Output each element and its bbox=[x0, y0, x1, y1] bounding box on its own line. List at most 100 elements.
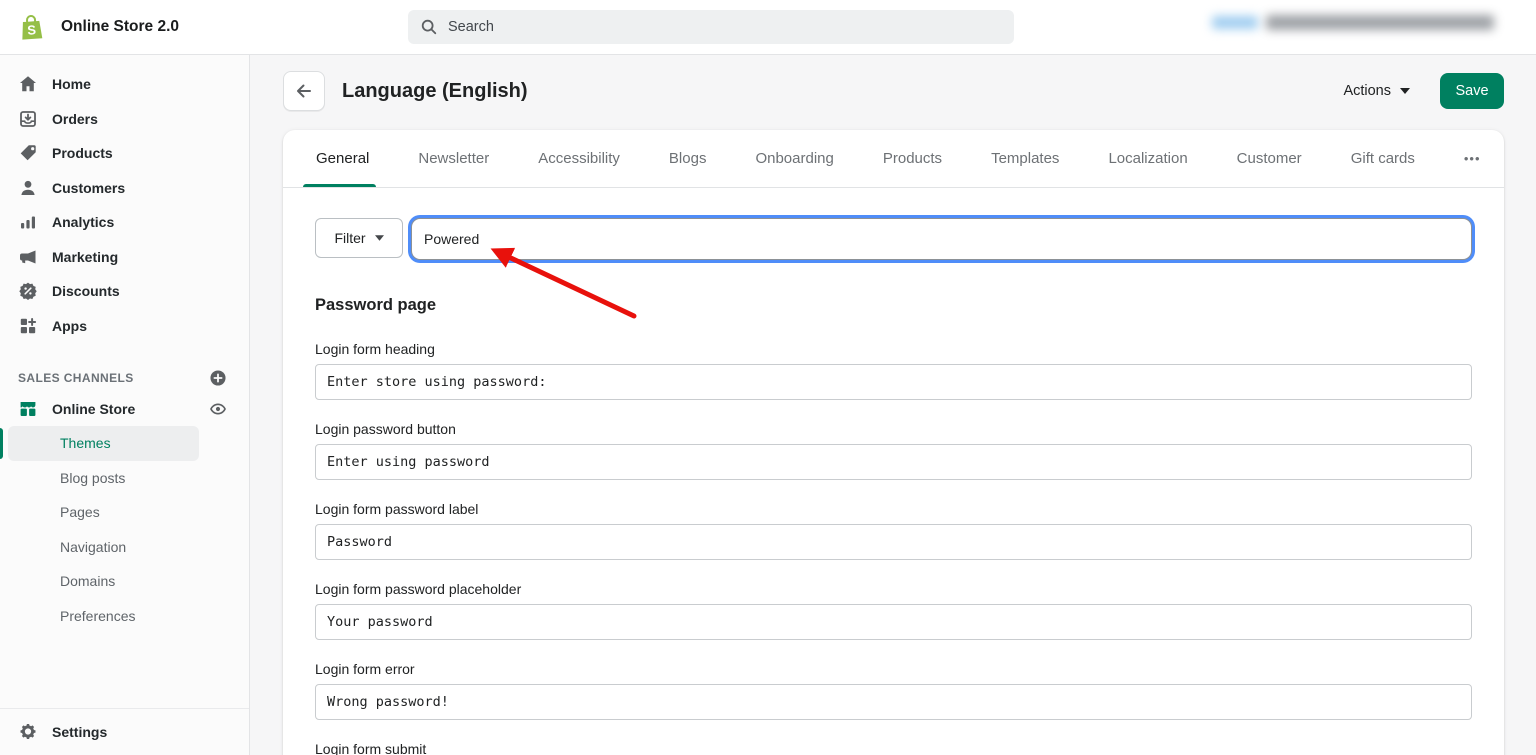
account-email-redacted bbox=[1266, 15, 1494, 30]
tab[interactable]: Onboarding bbox=[755, 130, 833, 187]
marketing-megaphone-icon bbox=[18, 247, 38, 267]
sidebar: Home Orders Products Customers bbox=[0, 55, 250, 755]
tab-label: General bbox=[316, 150, 369, 167]
chevron-down-icon bbox=[1400, 88, 1410, 94]
page-title: Language (English) bbox=[342, 80, 528, 103]
tab-label: Products bbox=[883, 150, 942, 167]
tab-label: Newsletter bbox=[418, 150, 489, 167]
translation-fields: Login form heading Login password button… bbox=[315, 341, 1472, 755]
actions-button[interactable]: Actions bbox=[1343, 83, 1410, 99]
global-search[interactable] bbox=[408, 10, 1014, 44]
search-input[interactable] bbox=[448, 19, 968, 35]
sidebar-item-customers[interactable]: Customers bbox=[0, 171, 249, 206]
section-title: Password page bbox=[315, 296, 1472, 315]
sidebar-item-label: Online Store bbox=[52, 401, 135, 417]
sidebar-item-label: Marketing bbox=[52, 249, 118, 265]
home-icon bbox=[18, 74, 38, 94]
shopify-logo-icon[interactable]: S bbox=[18, 12, 45, 43]
products-tag-icon bbox=[18, 143, 38, 163]
tab[interactable]: Products bbox=[883, 130, 942, 187]
back-button[interactable] bbox=[283, 71, 325, 111]
tab-bar: General Newsletter Accessibility Blogs bbox=[283, 130, 1504, 188]
page-header: Language (English) Actions Save bbox=[283, 71, 1504, 111]
sidebar-item-label: Orders bbox=[52, 111, 98, 127]
sidebar-item-label: Apps bbox=[52, 318, 87, 334]
field-label: Login form submit bbox=[315, 741, 1472, 755]
tab-label: Gift cards bbox=[1351, 150, 1415, 167]
svg-text:S: S bbox=[27, 22, 37, 38]
sidebar-subitem-label: Domains bbox=[60, 573, 115, 589]
field-input[interactable] bbox=[315, 604, 1472, 640]
sidebar-item-orders[interactable]: Orders bbox=[0, 102, 249, 137]
tab[interactable]: Templates bbox=[991, 130, 1059, 187]
sales-channels-header: SALES CHANNELS bbox=[0, 365, 249, 391]
translation-field: Login form heading bbox=[315, 341, 1472, 400]
topbar: S Online Store 2.0 bbox=[0, 0, 1536, 55]
analytics-icon bbox=[18, 212, 38, 232]
user-account-menu[interactable] bbox=[1212, 15, 1494, 30]
sidebar-subitem[interactable]: Preferences bbox=[8, 599, 199, 634]
sidebar-subitem[interactable]: Blog posts bbox=[8, 461, 199, 496]
sidebar-subitem[interactable]: Navigation bbox=[8, 530, 199, 565]
field-label: Login password button bbox=[315, 421, 1472, 437]
translation-field: Login form submit bbox=[315, 741, 1472, 755]
tab-label: Accessibility bbox=[538, 150, 620, 167]
tab-label: ••• bbox=[1464, 151, 1481, 166]
tab[interactable]: Blogs bbox=[669, 130, 707, 187]
actions-label: Actions bbox=[1343, 83, 1391, 99]
field-input[interactable] bbox=[315, 524, 1472, 560]
field-input[interactable] bbox=[315, 684, 1472, 720]
sidebar-item-label: Discounts bbox=[52, 283, 120, 299]
sidebar-subitem[interactable]: Pages bbox=[8, 495, 199, 530]
tab[interactable]: Customer bbox=[1237, 130, 1302, 187]
sales-channels-title: SALES CHANNELS bbox=[18, 371, 134, 385]
tab-label: Onboarding bbox=[755, 150, 833, 167]
field-label: Login form heading bbox=[315, 341, 1472, 357]
view-store-eye-icon[interactable] bbox=[209, 400, 227, 418]
sidebar-item-online-store[interactable]: Online Store bbox=[0, 391, 249, 426]
store-subnav: Themes Blog posts Pages Navigation Domai… bbox=[0, 426, 249, 633]
sidebar-item-products[interactable]: Products bbox=[0, 136, 249, 171]
sidebar-item-label: Home bbox=[52, 76, 91, 92]
tab[interactable]: Accessibility bbox=[538, 130, 620, 187]
field-label: Login form error bbox=[315, 661, 1472, 677]
tab[interactable]: Gift cards bbox=[1351, 130, 1415, 187]
sidebar-item-label: Analytics bbox=[52, 214, 114, 230]
tab-label: Templates bbox=[991, 150, 1059, 167]
field-label: Login form password label bbox=[315, 501, 1472, 517]
sidebar-item-discounts[interactable]: Discounts bbox=[0, 274, 249, 309]
settings-gear-icon bbox=[18, 722, 38, 742]
filter-row: Filter bbox=[315, 218, 1472, 260]
sidebar-subitem-label: Preferences bbox=[60, 608, 135, 624]
search-icon bbox=[420, 18, 438, 36]
sidebar-item-label: Settings bbox=[52, 724, 107, 740]
orders-icon bbox=[18, 109, 38, 129]
sidebar-item-marketing[interactable]: Marketing bbox=[0, 240, 249, 275]
sidebar-item-analytics[interactable]: Analytics bbox=[0, 205, 249, 240]
add-sales-channel-icon[interactable] bbox=[209, 369, 227, 387]
sidebar-subitem-label: Themes bbox=[60, 435, 111, 451]
filter-button[interactable]: Filter bbox=[315, 218, 403, 258]
save-button[interactable]: Save bbox=[1440, 73, 1504, 109]
sidebar-subitem[interactable]: Domains bbox=[8, 564, 199, 599]
translation-field: Login form password label bbox=[315, 501, 1472, 560]
tab[interactable]: Newsletter bbox=[418, 130, 489, 187]
translation-field: Login password button bbox=[315, 421, 1472, 480]
sidebar-item-home[interactable]: Home bbox=[0, 67, 249, 102]
translation-field: Login form password placeholder bbox=[315, 581, 1472, 640]
sidebar-item-apps[interactable]: Apps bbox=[0, 309, 249, 344]
sidebar-item-settings[interactable]: Settings bbox=[0, 715, 249, 750]
app-title: Online Store 2.0 bbox=[61, 18, 179, 36]
tab[interactable]: Localization bbox=[1108, 130, 1187, 187]
field-input[interactable] bbox=[315, 364, 1472, 400]
sidebar-subitem-label: Pages bbox=[60, 504, 100, 520]
sidebar-subitem[interactable]: Themes bbox=[8, 426, 199, 461]
tab[interactable]: ••• bbox=[1464, 130, 1481, 187]
translation-filter-input[interactable] bbox=[411, 218, 1472, 260]
filter-label: Filter bbox=[334, 230, 365, 246]
customers-icon bbox=[18, 178, 38, 198]
tab-label: Customer bbox=[1237, 150, 1302, 167]
tab[interactable]: General bbox=[316, 130, 369, 187]
avatar bbox=[1212, 16, 1258, 29]
field-input[interactable] bbox=[315, 444, 1472, 480]
